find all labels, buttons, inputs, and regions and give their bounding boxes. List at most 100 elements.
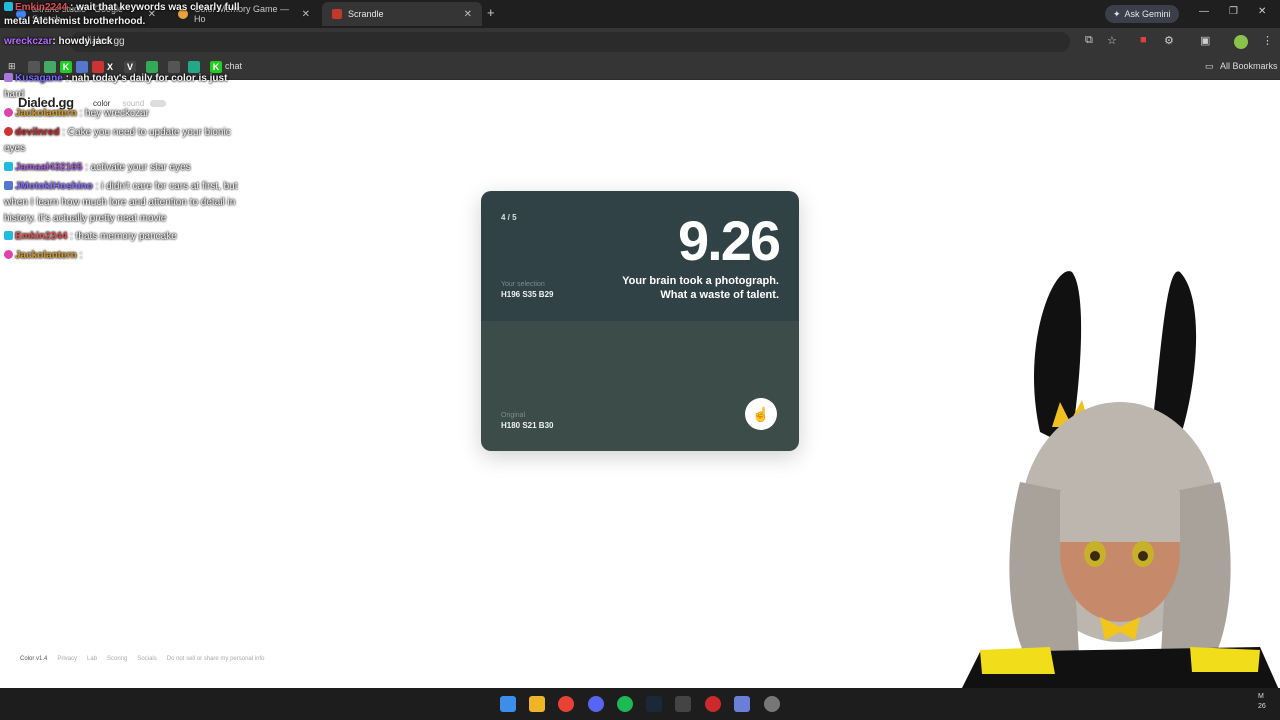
close-icon[interactable]: ✕ — [464, 9, 472, 20]
message-line: What a waste of talent. — [660, 289, 779, 301]
chat-user: Jamaal432165 — [15, 162, 83, 173]
chat-user: Emkin2244 — [15, 231, 68, 242]
taskbar — [0, 688, 1280, 720]
chat-text: : howdy jack — [52, 36, 113, 47]
chat-message: JMotokiHoshino : i didn't care for cars … — [4, 179, 262, 195]
chat-user: wreckczar — [4, 36, 53, 47]
chat-text: eyes — [4, 143, 26, 154]
badge-icon — [4, 127, 13, 136]
chat-user: JMotokiHoshino — [15, 181, 93, 192]
clock-line: 26 — [1258, 703, 1266, 710]
chat-message: Kusagane : nah today's daily for color i… — [4, 71, 262, 87]
chat-message: Jackolantern : hey wreckczar — [4, 106, 262, 122]
hand-cursor-icon: ☝ — [752, 405, 770, 422]
chat-message: hard — [4, 87, 262, 103]
extension-badge-icon[interactable]: ■ — [1140, 34, 1147, 46]
spotify-icon[interactable] — [617, 696, 633, 712]
chat-user: devilnred — [15, 127, 60, 138]
crown-icon — [4, 108, 13, 117]
clock-line: M — [1258, 693, 1264, 700]
chat-text: metal Alchemist brotherhood. — [4, 16, 146, 27]
badge-icon — [4, 73, 13, 82]
selection-label: Your selection — [501, 281, 545, 288]
chat-user: Kusagane — [15, 73, 63, 84]
badge-icon — [4, 231, 13, 240]
tab-title: Scrandle — [348, 9, 384, 19]
profile-avatar[interactable] — [1234, 35, 1248, 49]
chat-text: history. it's actually pretty neat movie — [4, 213, 167, 224]
install-icon[interactable]: ⧉ — [1085, 34, 1093, 47]
sidepanel-icon[interactable]: ▣ — [1200, 34, 1210, 47]
original-swatch: Original H180 S21 B30 ☝ — [481, 321, 799, 451]
discord-icon[interactable] — [588, 696, 604, 712]
app-icon[interactable] — [705, 696, 721, 712]
settings-icon[interactable] — [764, 696, 780, 712]
ask-gemini-button[interactable]: ✦ Ask Gemini — [1105, 5, 1179, 23]
chat-text: : nah today's daily for color is just — [65, 73, 228, 84]
scrandle-icon — [332, 9, 342, 19]
badge-icon — [4, 181, 13, 190]
chat-message: Jamaal432165 : activate your star eyes — [4, 160, 262, 176]
chat-text: : i didn't care for cars at first, but — [95, 181, 238, 192]
badge-icon — [4, 162, 13, 171]
menu-icon[interactable]: ⋮ — [1262, 34, 1273, 47]
chat-text: : thats memory pancake — [70, 231, 177, 242]
vtuber-avatar — [960, 271, 1280, 692]
footer-link-lab[interactable]: Lab — [87, 656, 97, 662]
system-clock: M 26 — [1258, 692, 1266, 712]
footer-link-privacy[interactable]: Privacy — [57, 656, 77, 662]
all-bookmarks[interactable]: All Bookmarks — [1220, 61, 1278, 71]
chat-text: hard — [4, 89, 25, 100]
file-explorer-icon[interactable] — [529, 696, 545, 712]
vtube-icon[interactable] — [734, 696, 750, 712]
gemini-icon: ✦ — [1113, 8, 1121, 19]
minimize-icon[interactable]: — — [1199, 6, 1209, 17]
steam-icon[interactable] — [646, 696, 662, 712]
tab-scrandle[interactable]: Scrandle ✕ — [322, 2, 482, 26]
new-tab-button[interactable]: + — [487, 5, 495, 20]
star-icon[interactable]: ☆ — [1107, 34, 1117, 47]
chat-message: history. it's actually pretty neat movie — [4, 211, 262, 227]
extensions-icon[interactable]: ⚙ — [1164, 34, 1174, 47]
original-value: H180 S21 B30 — [501, 421, 554, 430]
ask-gemini-label: Ask Gemini — [1124, 9, 1171, 19]
chat-message: devilnred : Cake you need to update your… — [4, 125, 262, 141]
footer-link-donotsell[interactable]: Do not sell or share my personal info — [167, 656, 265, 662]
score: 9.26 — [678, 209, 781, 272]
chat-text: : hey wreckczar — [79, 108, 149, 119]
result-card: 4 / 5 9.26 Your brain took a photograph.… — [481, 191, 799, 451]
message-line: Your brain took a photograph. — [622, 275, 779, 287]
selection-value: H196 S35 B29 — [501, 290, 554, 299]
chat-text: : Cake you need to update your bionic — [62, 127, 231, 138]
chat-text: when I learn how much lore and attention… — [4, 197, 236, 208]
chat-message: Jackolantern : — [4, 248, 262, 264]
result-message: Your brain took a photograph. What a was… — [579, 274, 779, 302]
close-window-icon[interactable]: ✕ — [1258, 6, 1266, 17]
bookmark-chat[interactable]: chat — [225, 61, 242, 71]
close-icon[interactable]: ✕ — [302, 9, 310, 20]
folder-icon[interactable]: ▭ — [1205, 61, 1214, 72]
windows-start-icon[interactable] — [500, 696, 516, 712]
chat-user: Emkin2244 — [15, 2, 68, 13]
selection-swatch: 4 / 5 9.26 Your brain took a photograph.… — [481, 191, 799, 321]
badge-icon — [4, 2, 13, 11]
terminal-icon[interactable] — [675, 696, 691, 712]
chat-message: Emkin2244 : thats memory pancake — [4, 229, 262, 245]
version: Color v1.4 — [20, 656, 48, 662]
crown-icon — [4, 250, 13, 259]
footer-link-scoring[interactable]: Scoring — [107, 656, 127, 662]
chat-message: metal Alchemist brotherhood. — [4, 14, 262, 30]
chat-message: eyes — [4, 141, 262, 157]
chat-user: Jackolantern — [15, 108, 77, 119]
next-button[interactable]: ☝ — [745, 398, 777, 430]
chat-message: when I learn how much lore and attention… — [4, 195, 262, 211]
chat-user: Jackolantern — [15, 250, 77, 261]
chat-message: wreckczar: howdy jack — [4, 34, 262, 50]
chat-text: : — [79, 250, 83, 261]
chat-text: : wait that keywords was clearly full — [70, 2, 240, 13]
footer: Color v1.4 Privacy Lab Scoring Socials D… — [20, 656, 264, 662]
chrome-icon[interactable] — [558, 696, 574, 712]
footer-link-socials[interactable]: Socials — [137, 656, 156, 662]
maximize-icon[interactable]: ❐ — [1229, 6, 1238, 17]
chat-text: : activate your star eyes — [85, 162, 191, 173]
